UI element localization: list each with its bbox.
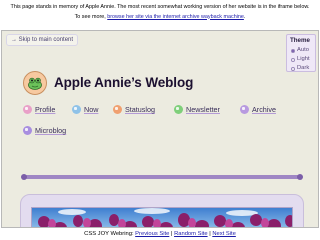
theme-option-label: Auto xyxy=(297,47,309,53)
frog-logo-icon xyxy=(28,77,42,90)
theme-option-dark[interactable]: Dark xyxy=(287,64,315,73)
theme-title: Theme xyxy=(290,37,310,44)
webring-previous-link[interactable]: Previous Site xyxy=(135,231,169,237)
theme-option-auto[interactable]: Auto xyxy=(287,46,315,55)
memorial-line-2-suffix: . xyxy=(243,13,246,20)
radio-icon[interactable] xyxy=(291,66,295,71)
profile-icon xyxy=(23,105,32,114)
website-iframe[interactable]: → Skip to main content Theme Auto Light … xyxy=(1,30,319,228)
nav-label: Now xyxy=(84,105,99,114)
webring-next-link[interactable]: Next Site xyxy=(212,231,236,237)
decorative-divider xyxy=(21,174,303,180)
wayback-machine-link[interactable]: browse her site via the internet archive… xyxy=(107,14,244,20)
now-icon xyxy=(72,105,81,114)
memorial-notice: This page stands in memory of Apple Anni… xyxy=(0,3,320,22)
radio-selected-icon[interactable] xyxy=(291,48,295,53)
webring-random-link[interactable]: Random Site xyxy=(174,231,208,237)
memorial-line-2-prefix: To see more, xyxy=(74,13,108,20)
radio-icon[interactable] xyxy=(291,57,295,62)
memorial-line-1: This page stands in memory of Apple Anni… xyxy=(10,4,310,10)
nav-link-now[interactable]: Now xyxy=(72,105,98,114)
site-logo[interactable] xyxy=(23,71,47,95)
nav-label: Microblog xyxy=(35,126,67,135)
skip-link-label: Skip to main content xyxy=(18,37,74,43)
theme-option-label: Dark xyxy=(297,65,310,71)
theme-option-label: Light xyxy=(297,56,310,62)
nav-link-statuslog[interactable]: Statuslog xyxy=(113,105,155,114)
memorial-line-2: To see more, browse her site via the int… xyxy=(0,13,320,23)
archive-icon xyxy=(240,105,249,114)
skip-to-main-link[interactable]: → Skip to main content xyxy=(6,34,79,46)
nav-link-archive[interactable]: Archive xyxy=(240,105,276,114)
nav-label: Statuslog xyxy=(125,105,155,114)
webring-label: CSS JOY Webring: xyxy=(84,231,136,237)
statuslog-icon xyxy=(113,105,122,114)
site-title[interactable]: Apple Annie’s Weblog xyxy=(54,74,193,92)
nav-label: Archive xyxy=(252,105,276,114)
tulip-field-photo xyxy=(31,207,293,227)
webring-footer: CSS JOY Webring: Previous Site | Random … xyxy=(0,230,320,238)
nav-label: Newsletter xyxy=(186,105,220,114)
nav-link-newsletter[interactable]: Newsletter xyxy=(174,105,220,114)
microblog-icon xyxy=(23,126,32,135)
theme-switcher: Theme Auto Light Dark xyxy=(286,34,316,72)
nav-link-profile[interactable]: Profile xyxy=(23,105,55,114)
theme-option-light[interactable]: Light xyxy=(287,55,315,64)
newsletter-icon xyxy=(174,105,183,114)
arrow-right-icon: → xyxy=(11,37,17,43)
nav-label: Profile xyxy=(35,105,56,114)
tulip-photo-image xyxy=(32,208,292,227)
nav-link-microblog[interactable]: Microblog xyxy=(23,126,66,135)
